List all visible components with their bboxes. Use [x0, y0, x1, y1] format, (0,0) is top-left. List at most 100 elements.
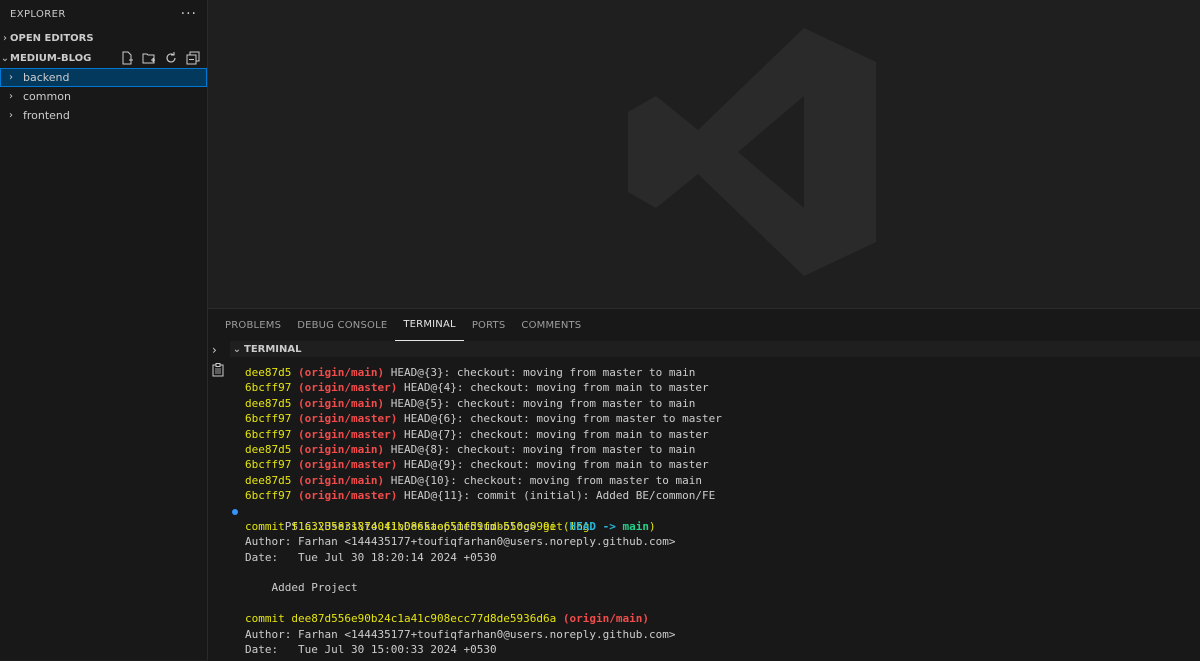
reflog-message: HEAD@{11}: commit (initial): Added BE/co… [397, 489, 716, 503]
tab-ports[interactable]: PORTS [464, 309, 514, 341]
remote-ref: (origin/main) [297, 366, 385, 379]
chevron-right-icon: › [9, 91, 13, 102]
reflog-line: 6bcff97 (origin/master) HEAD@{7}: checko… [230, 427, 1200, 442]
terminal-section-header[interactable]: ⌄ TERMINAL [230, 341, 1200, 357]
open-editors-label: OPEN EDITORS [10, 32, 94, 44]
head-ref: HEAD -> [569, 519, 623, 533]
commit-hash: 6bcff97 [245, 489, 292, 503]
reflog-message: HEAD@{3}: checkout: moving from master t… [384, 366, 696, 379]
explorer-header: EXPLORER ··· [0, 0, 207, 28]
author-line: Author: Farhan <144435177+toufiqfarhan0@… [245, 627, 676, 641]
open-editors-section[interactable]: › OPEN EDITORS [0, 28, 207, 48]
vscode-logo-watermark-icon [628, 26, 878, 281]
paren: ) [649, 519, 656, 533]
more-actions-icon[interactable]: ··· [181, 6, 197, 22]
reflog-line: 6bcff97 (origin/master) HEAD@{6}: checko… [230, 411, 1200, 426]
terminal-output[interactable]: dee87d5 (origin/main) HEAD@{3}: checkout… [230, 365, 1200, 661]
commit-line: commit f1a3235831874041b0865ae651f59fdb5… [230, 519, 1200, 534]
tree-item-label: backend [23, 71, 70, 84]
author-line: Author: Farhan <144435177+toufiqfarhan0@… [245, 535, 676, 549]
remote-ref: (origin/master) [297, 458, 398, 472]
reflog-line: dee87d5 (origin/main) HEAD@{10}: checkou… [230, 473, 1200, 488]
commit-line: commit dee87d556e90b24c1a41c908ecc77d8de… [230, 611, 1200, 626]
terminal-header-label: TERMINAL [244, 343, 302, 355]
reflog-line: dee87d5 (origin/main) HEAD@{8}: checkout… [230, 442, 1200, 457]
remote-ref: (origin/master) [297, 381, 398, 395]
command-decoration-icon[interactable] [232, 508, 238, 515]
reflog-line: dee87d5 (origin/main) HEAD@{3}: checkout… [230, 365, 1200, 380]
remote-ref: (origin/main) [297, 396, 385, 410]
commit-hash: 6bcff97 [245, 458, 292, 472]
remote-ref: (origin/master) [297, 412, 398, 426]
commit-hash: commit f1a3235831874041b0865ae651f59fdb5… [245, 519, 563, 533]
editor-area[interactable] [208, 0, 1200, 308]
commit-message-line: Added Project [245, 581, 358, 595]
chevron-right-icon[interactable]: › [212, 343, 217, 357]
commit-hash: dee87d5 [245, 396, 292, 410]
project-label: MEDIUM-BLOG [10, 52, 92, 64]
remote-ref: (origin/main) [562, 612, 649, 626]
explorer-sidebar: EXPLORER ··· › OPEN EDITORS ⌄ MEDIUM-BLO… [0, 0, 208, 660]
commit-hash: dee87d5 [245, 366, 292, 379]
commit-hash: dee87d5 [245, 473, 292, 487]
tree-item-label: frontend [23, 109, 70, 122]
terminal-gutter: › [208, 341, 230, 661]
reflog-message: HEAD@{5}: checkout: moving from master t… [384, 396, 696, 410]
clipboard-icon[interactable] [212, 363, 224, 380]
reflog-message: HEAD@{4}: checkout: moving from main to … [397, 381, 709, 395]
reflog-message: HEAD@{9}: checkout: moving from main to … [397, 458, 709, 472]
tree-item-frontend[interactable]: › frontend [0, 106, 207, 125]
tree-item-common[interactable]: › common [0, 87, 207, 106]
paren: ( [562, 519, 570, 533]
commit-hash: commit dee87d556e90b24c1a41c908ecc77d8de… [245, 612, 563, 626]
remote-ref: (origin/main) [297, 473, 385, 487]
tab-comments[interactable]: COMMENTS [513, 309, 589, 341]
tree-item-label: common [23, 90, 71, 103]
commit-hash: 6bcff97 [245, 412, 292, 426]
new-file-icon[interactable] [119, 50, 135, 66]
commit-hash: 6bcff97 [245, 427, 292, 441]
branch-ref: main [622, 519, 650, 533]
chevron-right-icon: › [9, 72, 13, 83]
date-line: Date: Tue Jul 30 15:00:33 2024 +0530 [245, 643, 497, 657]
remote-ref: (origin/master) [297, 427, 398, 441]
remote-ref: (origin/master) [297, 489, 398, 503]
reflog-line: 6bcff97 (origin/master) HEAD@{4}: checko… [230, 380, 1200, 395]
reflog-message: HEAD@{8}: checkout: moving from master t… [384, 442, 696, 456]
terminal-prompt-line: PS C:\Users\toufi\Desktop\medium-blog> g… [230, 504, 1200, 533]
bottom-panel: PROBLEMS DEBUG CONSOLE TERMINAL PORTS CO… [208, 308, 1200, 661]
reflog-message: HEAD@{7}: checkout: moving from main to … [397, 427, 709, 441]
refresh-icon[interactable] [163, 50, 179, 66]
date-line: Date: Tue Jul 30 18:20:14 2024 +0530 [245, 550, 497, 564]
reflog-message: HEAD@{10}: checkout: moving from master … [384, 473, 702, 487]
reflog-line: dee87d5 (origin/main) HEAD@{5}: checkout… [230, 396, 1200, 411]
panel-tabs: PROBLEMS DEBUG CONSOLE TERMINAL PORTS CO… [208, 309, 1200, 341]
new-folder-icon[interactable] [141, 50, 157, 66]
tree-item-backend[interactable]: › backend [0, 68, 207, 87]
collapse-all-icon[interactable] [185, 50, 201, 66]
commit-hash: 6bcff97 [245, 381, 292, 395]
commit-hash: dee87d5 [245, 442, 292, 456]
tab-problems[interactable]: PROBLEMS [217, 309, 289, 341]
tab-debug-console[interactable]: DEBUG CONSOLE [289, 309, 395, 341]
reflog-lines: dee87d5 (origin/main) HEAD@{3}: checkout… [230, 365, 1200, 504]
chevron-right-icon: › [3, 32, 7, 44]
chevron-right-icon: › [9, 110, 13, 121]
remote-ref: (origin/main) [297, 442, 385, 456]
project-section[interactable]: ⌄ MEDIUM-BLOG [0, 48, 207, 68]
tab-terminal[interactable]: TERMINAL [395, 309, 464, 341]
reflog-line: 6bcff97 (origin/master) HEAD@{9}: checko… [230, 457, 1200, 472]
reflog-message: HEAD@{6}: checkout: moving from master t… [397, 412, 722, 426]
reflog-line: 6bcff97 (origin/master) HEAD@{11}: commi… [230, 488, 1200, 503]
